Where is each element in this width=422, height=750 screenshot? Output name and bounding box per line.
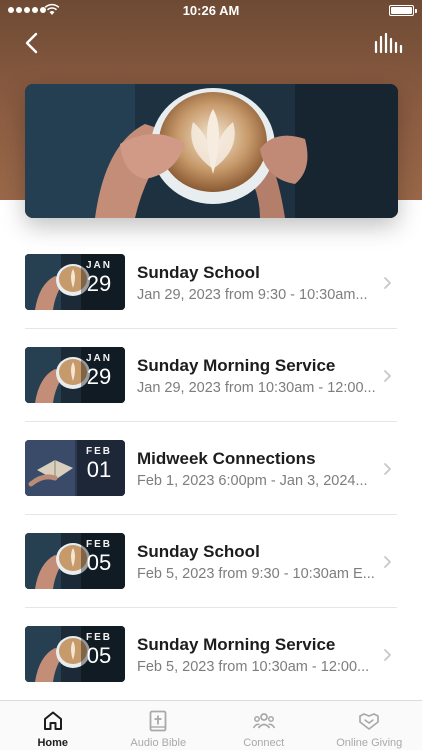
event-month: FEB [86, 446, 112, 457]
giving-heart-icon [359, 713, 380, 730]
event-title: Sunday School [137, 263, 260, 282]
coffee-cup-photo [25, 84, 398, 218]
back-button[interactable] [18, 28, 48, 58]
event-date-badge: JAN 29 [81, 260, 117, 296]
event-title: Midweek Connections [137, 449, 316, 468]
event-subtitle: Feb 5, 2023 from 10:30am - 12:00... [137, 659, 370, 675]
event-row[interactable]: JAN 29 Sunday Morning Service Jan 29, 20… [25, 329, 397, 422]
event-day: 29 [86, 271, 112, 296]
event-row[interactable]: FEB 05 Sunday School Feb 5, 2023 from 9:… [25, 515, 397, 608]
audio-button[interactable] [372, 30, 404, 58]
event-date-badge: FEB 01 [81, 446, 117, 482]
event-date-badge: FEB 05 [81, 539, 117, 575]
tab-bar: Home Audio Bible Connect Online Giving [0, 700, 422, 750]
event-list: JAN 29 Sunday School Jan 29, 2023 from 9… [25, 236, 397, 701]
tab-audio-bible[interactable]: Audio Bible [106, 701, 212, 750]
chevron-right-icon [384, 556, 391, 568]
battery-icon [389, 5, 417, 16]
event-thumbnail: FEB 05 [25, 533, 125, 589]
event-day: 01 [86, 457, 112, 482]
event-title: Sunday Morning Service [137, 356, 336, 375]
event-thumbnail: FEB 01 [25, 440, 125, 496]
tab-label: Connect [243, 737, 285, 749]
people-icon [252, 713, 275, 729]
event-date-badge: JAN 29 [81, 353, 117, 389]
tab-label: Online Giving [336, 737, 403, 749]
event-day: 05 [86, 643, 112, 668]
event-subtitle: Feb 1, 2023 6:00pm - Jan 3, 2024... [137, 473, 368, 489]
chevron-right-icon [384, 649, 391, 661]
event-title: Sunday School [137, 542, 260, 561]
chevron-right-icon [384, 370, 391, 382]
event-subtitle: Jan 29, 2023 from 10:30am - 12:00... [137, 380, 376, 396]
event-month: JAN [85, 260, 112, 271]
hero-image [25, 84, 398, 218]
event-day: 29 [86, 364, 112, 389]
status-bar: 10:26 AM [0, 0, 422, 22]
event-thumbnail: JAN 29 [25, 254, 125, 310]
event-row[interactable]: FEB 01 Midweek Connections Feb 1, 2023 6… [25, 422, 397, 515]
event-day: 05 [86, 550, 112, 575]
chevron-left-icon [25, 32, 38, 54]
event-date-badge: FEB 05 [81, 632, 117, 668]
event-title: Sunday Morning Service [137, 635, 336, 654]
chevron-right-icon [384, 463, 391, 475]
status-time: 10:26 AM [182, 3, 240, 18]
tab-home[interactable]: Home [0, 701, 106, 750]
event-month: JAN [85, 353, 112, 364]
event-thumbnail: FEB 05 [25, 626, 125, 682]
tab-label: Audio Bible [130, 737, 187, 749]
event-row[interactable]: JAN 29 Sunday School Jan 29, 2023 from 9… [25, 236, 397, 329]
home-icon [43, 711, 62, 730]
event-thumbnail: JAN 29 [25, 347, 125, 403]
bible-icon [149, 710, 167, 732]
screen: 10:26 AM JAN 29 Sunday School Jan 29, 20… [0, 0, 422, 750]
audio-bars-icon [374, 32, 403, 54]
event-subtitle: Feb 5, 2023 from 9:30 - 10:30am E... [137, 566, 375, 582]
event-month: FEB [86, 632, 112, 643]
event-subtitle: Jan 29, 2023 from 9:30 - 10:30am... [137, 287, 368, 303]
tab-connect[interactable]: Connect [211, 701, 317, 750]
chevron-right-icon [384, 277, 391, 289]
tab-label: Home [37, 737, 69, 749]
tab-online-giving[interactable]: Online Giving [317, 701, 422, 750]
event-row[interactable]: FEB 05 Sunday Morning Service Feb 5, 202… [25, 608, 397, 701]
event-month: FEB [86, 539, 112, 550]
